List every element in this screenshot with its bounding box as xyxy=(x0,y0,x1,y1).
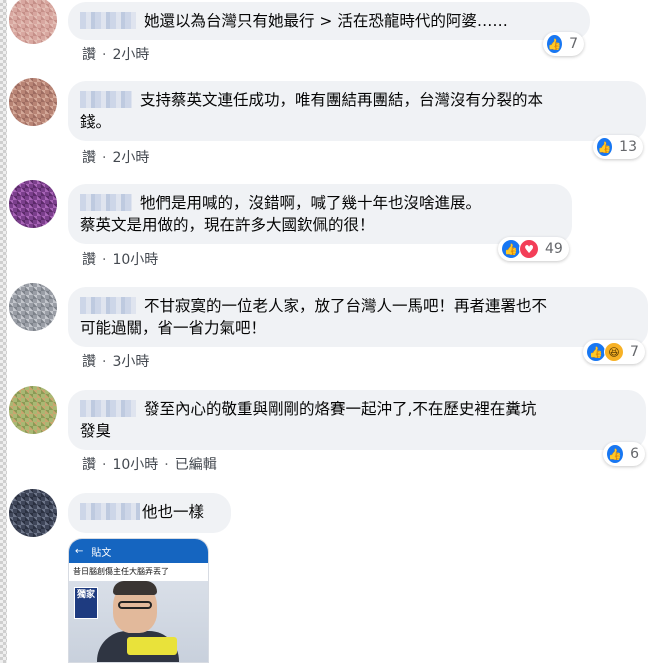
person-hair xyxy=(113,581,157,595)
timestamp[interactable]: 10小時 xyxy=(112,252,158,268)
commenter-name[interactable] xyxy=(80,503,140,520)
reaction-count: 7 xyxy=(630,344,639,360)
image-bar-label: 貼文 xyxy=(91,547,112,559)
reaction-count: 7 xyxy=(569,36,578,52)
like-icon: 👍 xyxy=(596,137,614,157)
like-icon: 👍 xyxy=(606,444,625,464)
comment-text: 不甘寂寞的一位老人家，放了台灣人一馬吧！再者連署也不 xyxy=(144,297,548,315)
separator: · xyxy=(102,354,107,370)
avatar[interactable] xyxy=(9,78,57,126)
image-header-bar: ← 貼文 xyxy=(69,539,208,563)
commenter-name[interactable] xyxy=(80,194,132,211)
like-icon: 👍 xyxy=(586,342,606,362)
reaction-count: 13 xyxy=(619,139,637,155)
timestamp[interactable]: 3小時 xyxy=(112,354,149,370)
comment-text: 牠們是用喊的，沒錯啊，喊了幾十年也沒啥進展。 xyxy=(140,194,482,212)
reaction-summary[interactable]: 👍 😆 7 xyxy=(583,340,645,364)
like-link[interactable]: 讚 xyxy=(82,457,96,473)
commenter-name[interactable] xyxy=(80,12,136,29)
reaction-summary[interactable]: 👍 13 xyxy=(593,135,643,159)
comment-text: 她還以為台灣只有她最行 > 活在恐龍時代的阿婆…… xyxy=(144,12,508,30)
comment-text: 錢。 xyxy=(80,113,112,131)
image-headline: 昔日腦創傷主任大腦弄丟了 xyxy=(69,563,208,581)
microphone-shape xyxy=(127,637,177,655)
like-icon: 👍 xyxy=(501,239,521,259)
like-link[interactable]: 讚 xyxy=(82,150,96,166)
reaction-count: 49 xyxy=(545,241,563,257)
edited-label[interactable]: 已編輯 xyxy=(175,457,217,473)
like-icon: 👍 xyxy=(546,34,564,54)
avatar[interactable] xyxy=(9,0,57,44)
comment-text: 發至內心的敬重與剛剛的烙賽一起沖了,不在歷史裡在糞坑 xyxy=(144,400,537,418)
comment-meta: 讚 · 10小時 xyxy=(82,251,158,269)
comment-bubble: 他也一樣 xyxy=(68,493,231,533)
reaction-summary[interactable]: 👍 ♥ 49 xyxy=(498,237,569,261)
separator: · xyxy=(102,47,107,63)
haha-icon: 😆 xyxy=(604,342,624,362)
timestamp[interactable]: 2小時 xyxy=(112,47,149,63)
reaction-summary[interactable]: 👍 7 xyxy=(543,32,584,56)
comment-meta: 讚 · 3小時 xyxy=(82,353,149,371)
comment-text: 蔡英文是用做的，現在許多大國欽佩的很！ xyxy=(80,216,375,234)
attached-image[interactable]: ← 貼文 昔日腦創傷主任大腦弄丟了 獨家 xyxy=(68,538,209,663)
image-stamp: 獨家 xyxy=(74,587,98,619)
comment-meta: 讚 · 10小時 · 已編輯 xyxy=(82,456,217,474)
timestamp[interactable]: 2小時 xyxy=(112,150,149,166)
comment-bubble: 牠們是用喊的，沒錯啊，喊了幾十年也沒啥進展。 蔡英文是用做的，現在許多大國欽佩的… xyxy=(68,184,572,244)
comment-text: 可能過關，省一省力氣吧！ xyxy=(80,319,267,337)
separator: · xyxy=(102,457,107,473)
comment-bubble: 不甘寂寞的一位老人家，放了台灣人一馬吧！再者連署也不 可能過關，省一省力氣吧！ xyxy=(68,287,648,347)
comment-bubble: 支持蔡英文連任成功，唯有團結再團結，台灣沒有分裂的本 錢。 xyxy=(68,81,646,141)
love-icon: ♥ xyxy=(519,239,539,259)
scrollbar-edge xyxy=(0,0,7,663)
separator: · xyxy=(164,457,169,473)
like-link[interactable]: 讚 xyxy=(82,47,96,63)
comment-meta: 讚 · 2小時 xyxy=(82,149,149,167)
comment-bubble: 她還以為台灣只有她最行 > 活在恐龍時代的阿婆…… xyxy=(68,2,590,40)
glasses-shape xyxy=(118,601,152,609)
comment-text: 支持蔡英文連任成功，唯有團結再團結，台灣沒有分裂的本 xyxy=(140,91,544,109)
avatar[interactable] xyxy=(9,489,57,537)
comment-bubble: 發至內心的敬重與剛剛的烙賽一起沖了,不在歷史裡在糞坑 發臭 xyxy=(68,390,646,450)
separator: · xyxy=(102,150,107,166)
timestamp[interactable]: 10小時 xyxy=(112,457,158,473)
avatar[interactable] xyxy=(9,386,57,434)
back-arrow-icon: ← xyxy=(75,545,84,557)
like-link[interactable]: 讚 xyxy=(82,354,96,370)
like-link[interactable]: 讚 xyxy=(82,252,96,268)
comment-text: 他也一樣 xyxy=(142,503,205,521)
avatar[interactable] xyxy=(9,283,57,331)
comment-text: 發臭 xyxy=(80,422,112,440)
avatar[interactable] xyxy=(9,180,57,228)
reaction-count: 6 xyxy=(630,446,639,462)
commenter-name[interactable] xyxy=(80,400,136,417)
commenter-name[interactable] xyxy=(80,297,136,314)
commenter-name[interactable] xyxy=(80,91,132,108)
separator: · xyxy=(102,252,107,268)
comment-meta: 讚 · 2小時 xyxy=(82,46,149,64)
reaction-summary[interactable]: 👍 6 xyxy=(603,442,645,466)
